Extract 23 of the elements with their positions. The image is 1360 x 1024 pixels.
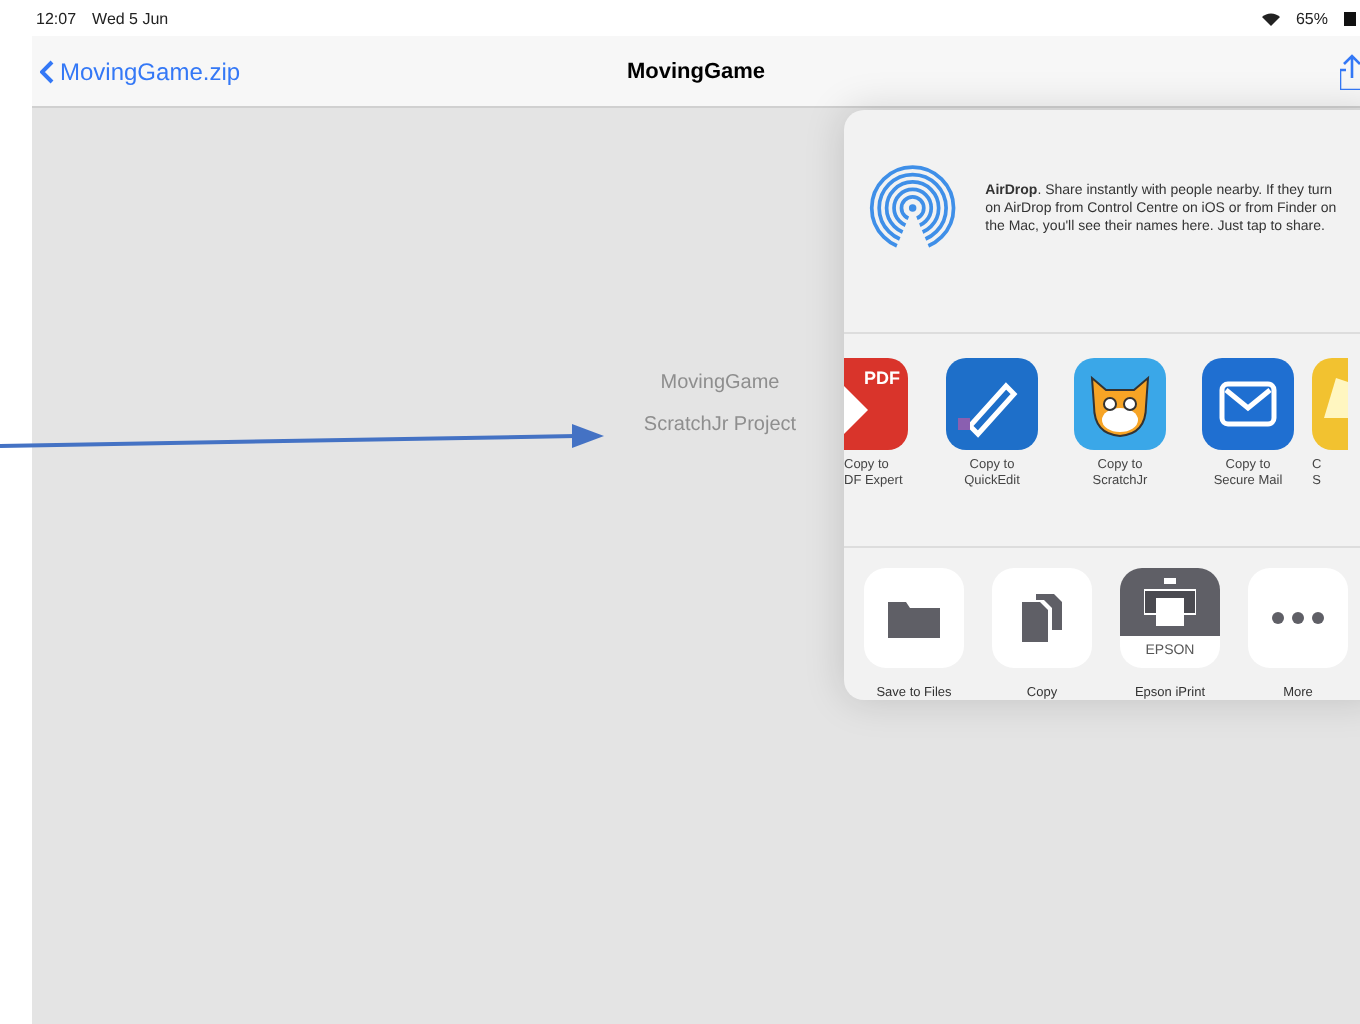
nav-title: MovingGame: [626, 59, 766, 83]
status-time: 12:07: [36, 9, 77, 27]
status-date: Wed 5 Jun: [92, 9, 169, 27]
printer-icon: [1144, 578, 1196, 626]
pen-app-icon[interactable]: [946, 357, 1038, 450]
battery-icon: [1344, 11, 1356, 25]
pdf-app-icon[interactable]: PDF: [844, 357, 908, 450]
action-button[interactable]: [1248, 568, 1348, 668]
copy-icon: [1022, 594, 1062, 642]
airdrop-icon[interactable]: [868, 160, 958, 257]
envelope-app-icon[interactable]: [1202, 357, 1294, 450]
action-button[interactable]: [864, 568, 964, 668]
back-button[interactable]: MovingGame.zip: [32, 57, 249, 85]
chevron-left-icon: [40, 59, 54, 83]
more-icon: [1272, 612, 1324, 624]
wifi-icon: [1261, 11, 1280, 25]
cat-app-icon[interactable]: [1074, 357, 1166, 450]
file-type: ScratchJr Project: [643, 414, 797, 436]
folder-icon: [888, 598, 940, 638]
file-name: MovingGame: [660, 372, 780, 394]
action-button[interactable]: [992, 568, 1092, 668]
battery-percentage: 65%: [1295, 9, 1328, 27]
share-icon[interactable]: [1340, 53, 1360, 89]
